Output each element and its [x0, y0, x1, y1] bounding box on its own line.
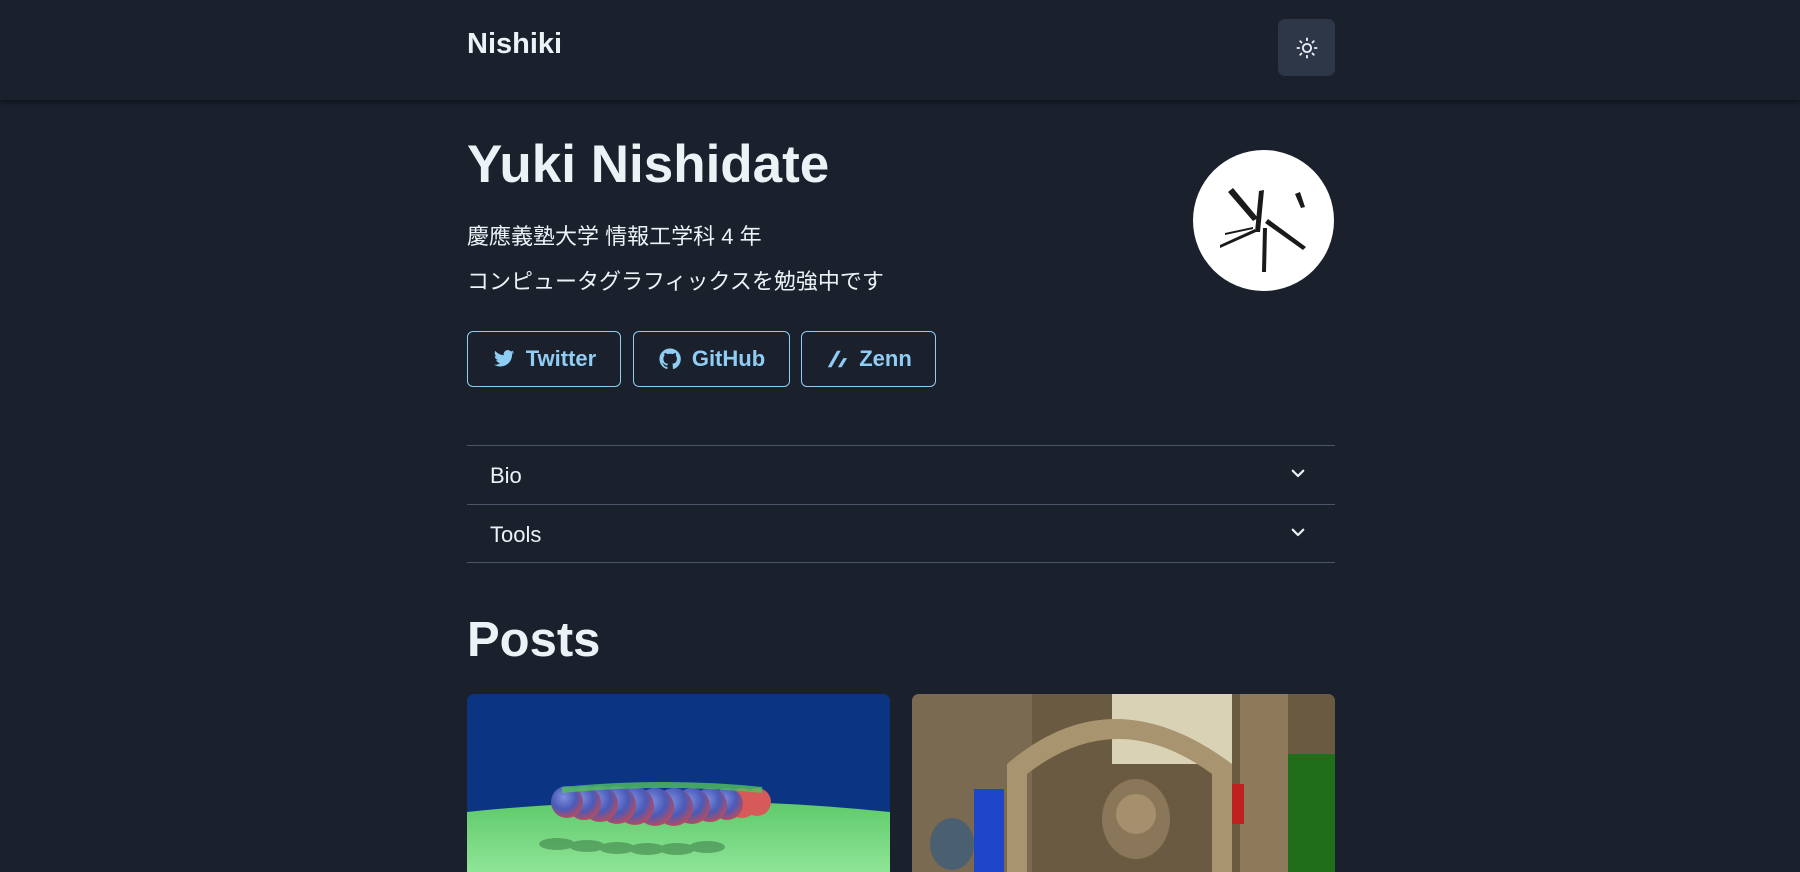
- post-thumbnail-sponza: [912, 694, 1335, 872]
- abstract-logo-icon: [1220, 188, 1306, 272]
- zenn-icon: [828, 350, 848, 368]
- top-navbar: Nishiki: [0, 0, 1800, 100]
- post-thumbnail-spheres: [467, 694, 890, 872]
- accordion-tools[interactable]: Tools: [467, 504, 1335, 562]
- profile-name: Yuki Nishidate: [467, 135, 830, 194]
- twitter-icon: [493, 350, 514, 367]
- accordion-bio-label: Bio: [490, 463, 522, 488]
- github-icon: [659, 348, 681, 370]
- profile-tagline: コンピュータグラフィックスを勉強中です: [467, 269, 884, 294]
- accordion-bio[interactable]: Bio: [467, 445, 1335, 503]
- theme-toggle-button[interactable]: [1278, 19, 1335, 76]
- github-link-label: GitHub: [691, 346, 766, 371]
- post-card-sponza[interactable]: [912, 694, 1335, 872]
- chevron-down-icon: [1291, 469, 1305, 478]
- github-link-button[interactable]: GitHub: [633, 331, 790, 387]
- zenn-link-button[interactable]: Zenn: [801, 331, 936, 387]
- sun-icon: [1295, 36, 1318, 59]
- posts-heading: Posts: [467, 613, 601, 667]
- post-card-spheres[interactable]: [467, 694, 890, 872]
- site-brand[interactable]: Nishiki: [467, 28, 562, 61]
- twitter-link-label: Twitter: [525, 346, 597, 371]
- chevron-down-icon: [1291, 528, 1305, 537]
- accordion-tools-label: Tools: [490, 522, 542, 547]
- avatar: [1193, 150, 1334, 291]
- zenn-link-label: Zenn: [859, 346, 912, 371]
- accordion-divider: [467, 562, 1335, 563]
- profile-affiliation: 慶應義塾大学 情報工学科 4 年: [467, 224, 762, 249]
- twitter-link-button[interactable]: Twitter: [467, 331, 621, 387]
